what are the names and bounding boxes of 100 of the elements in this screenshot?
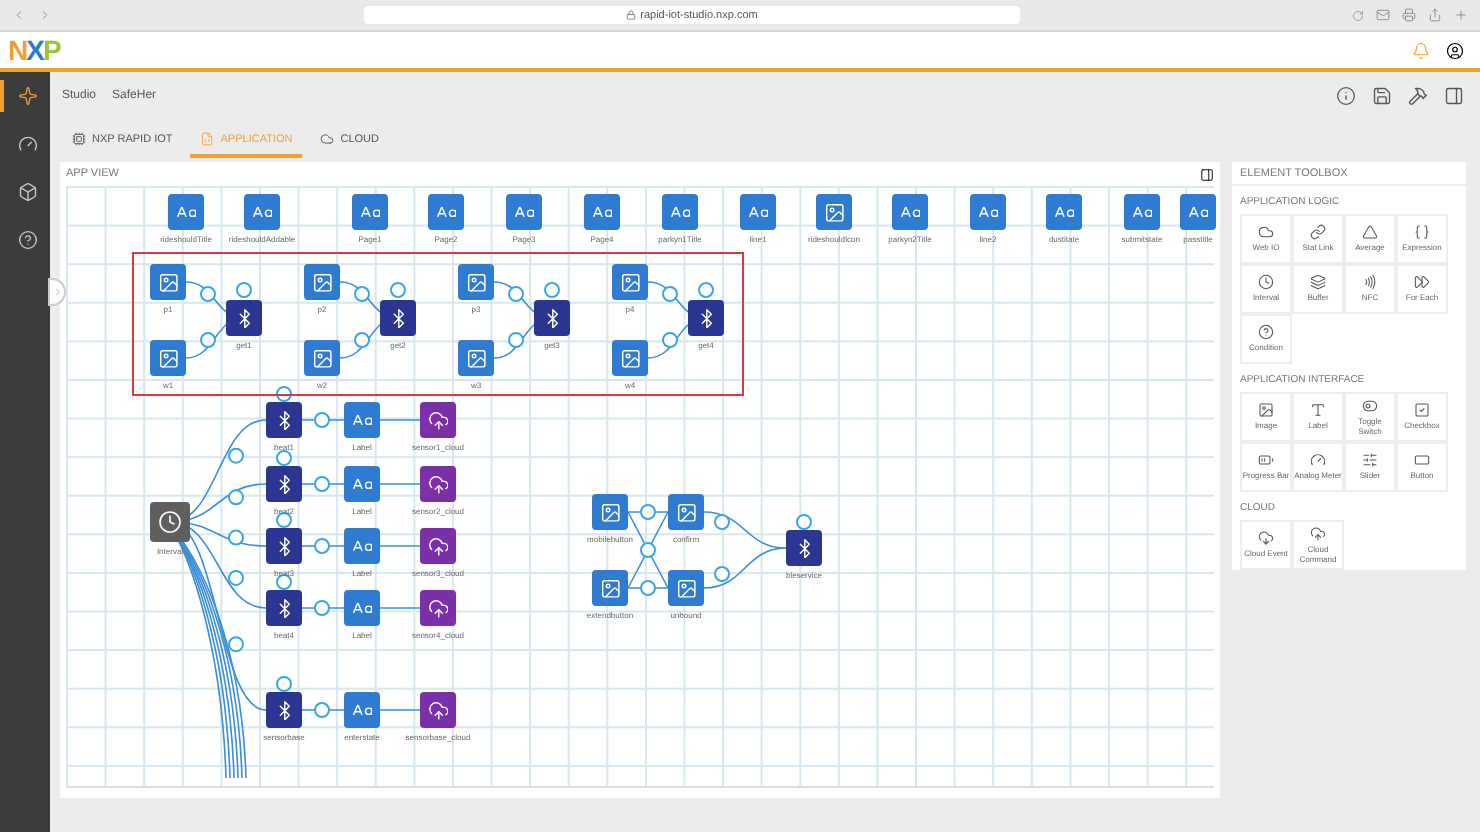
port-icon[interactable] bbox=[714, 514, 730, 530]
cloud-icon bbox=[320, 132, 335, 146]
hammer-icon bbox=[1408, 86, 1428, 106]
text-icon bbox=[899, 201, 921, 223]
port-icon[interactable] bbox=[228, 636, 244, 653]
chevron-icon bbox=[51, 286, 63, 298]
clock-icon bbox=[1258, 274, 1274, 291]
image-icon bbox=[599, 501, 621, 523]
port-icon[interactable] bbox=[276, 676, 292, 692]
text-icon bbox=[1053, 201, 1075, 223]
port-icon[interactable] bbox=[390, 282, 406, 298]
connector-line bbox=[379, 607, 421, 609]
text-icon bbox=[351, 409, 373, 431]
port-icon[interactable] bbox=[228, 569, 244, 586]
connector-line bbox=[379, 483, 421, 485]
chip-icon bbox=[72, 132, 86, 146]
port-icon[interactable] bbox=[662, 286, 678, 302]
connector-line bbox=[301, 545, 345, 547]
port-icon[interactable] bbox=[796, 514, 812, 530]
nfc-icon bbox=[1362, 274, 1378, 291]
port-icon[interactable] bbox=[314, 476, 330, 492]
gauge-icon bbox=[17, 134, 37, 154]
text-icon bbox=[351, 535, 373, 557]
code-file-icon bbox=[200, 132, 215, 146]
image-icon bbox=[311, 271, 333, 293]
port-icon[interactable] bbox=[228, 489, 244, 506]
collapse-handle[interactable] bbox=[48, 278, 66, 306]
port-icon[interactable] bbox=[640, 580, 656, 596]
bell-icon bbox=[1412, 41, 1430, 59]
text-icon bbox=[591, 201, 613, 223]
port-icon[interactable] bbox=[228, 447, 244, 464]
port-icon[interactable] bbox=[314, 702, 330, 718]
user-icon bbox=[1446, 41, 1464, 59]
reload-icon bbox=[1352, 9, 1364, 21]
port-icon[interactable] bbox=[508, 332, 524, 348]
port-icon[interactable] bbox=[508, 286, 524, 302]
toggle-icon bbox=[1362, 398, 1378, 415]
connector-line bbox=[301, 419, 345, 421]
cloud-upload-icon bbox=[427, 535, 449, 557]
port-icon[interactable] bbox=[640, 504, 656, 520]
port-icon[interactable] bbox=[276, 512, 292, 528]
image-icon bbox=[465, 347, 487, 369]
port-icon[interactable] bbox=[314, 600, 330, 616]
text-icon bbox=[175, 201, 197, 223]
text-icon bbox=[351, 597, 373, 619]
connector-line bbox=[301, 607, 345, 609]
text-icon bbox=[747, 201, 769, 223]
text-icon bbox=[1187, 201, 1209, 223]
image-icon bbox=[157, 271, 179, 293]
port-icon[interactable] bbox=[544, 282, 560, 298]
port-icon[interactable] bbox=[276, 574, 292, 590]
port-icon[interactable] bbox=[640, 542, 656, 558]
lock-icon bbox=[626, 10, 637, 20]
port-icon[interactable] bbox=[276, 450, 292, 466]
layers-icon bbox=[1310, 274, 1326, 291]
connector-line bbox=[379, 709, 421, 711]
text-icon bbox=[1310, 402, 1326, 419]
text-icon bbox=[513, 201, 535, 223]
image-icon bbox=[157, 347, 179, 369]
info-icon bbox=[1336, 86, 1356, 106]
port-icon[interactable] bbox=[714, 566, 730, 582]
checkbox-icon bbox=[1414, 402, 1430, 419]
app-canvas[interactable] bbox=[66, 186, 1214, 788]
print-icon bbox=[1402, 8, 1416, 22]
cloud-upload-icon bbox=[1310, 526, 1326, 543]
port-icon[interactable] bbox=[662, 332, 678, 348]
port-icon[interactable] bbox=[228, 529, 244, 546]
slider-icon bbox=[1362, 452, 1378, 469]
image-icon bbox=[311, 347, 333, 369]
text-icon bbox=[351, 699, 373, 721]
port-icon[interactable] bbox=[200, 332, 216, 348]
text-icon bbox=[977, 201, 999, 223]
connector-line bbox=[301, 483, 345, 485]
text-icon bbox=[251, 201, 273, 223]
cloud-upload-icon bbox=[427, 699, 449, 721]
connector-line bbox=[301, 709, 345, 711]
cube-icon bbox=[17, 182, 37, 202]
question-icon bbox=[1258, 324, 1274, 341]
cloud-upload-icon bbox=[427, 597, 449, 619]
port-icon[interactable] bbox=[314, 538, 330, 554]
progress-icon bbox=[1258, 452, 1274, 469]
text-icon bbox=[669, 201, 691, 223]
port-icon[interactable] bbox=[698, 282, 714, 298]
mail-icon bbox=[1376, 8, 1390, 22]
cloud-upload-icon bbox=[427, 409, 449, 431]
help-icon bbox=[17, 230, 37, 250]
port-icon[interactable] bbox=[354, 332, 370, 348]
image-icon bbox=[599, 577, 621, 599]
nxp-logo: NXP bbox=[8, 34, 60, 66]
port-icon[interactable] bbox=[354, 286, 370, 302]
image-icon bbox=[619, 347, 641, 369]
connector-line bbox=[379, 419, 421, 421]
port-icon[interactable] bbox=[314, 412, 330, 428]
port-icon[interactable] bbox=[236, 282, 252, 298]
image-icon bbox=[1258, 402, 1274, 419]
triangle-icon bbox=[1362, 224, 1378, 241]
back-icon bbox=[12, 8, 26, 22]
cloud-upload-icon bbox=[427, 473, 449, 495]
port-icon[interactable] bbox=[200, 286, 216, 302]
image-icon bbox=[823, 201, 845, 223]
